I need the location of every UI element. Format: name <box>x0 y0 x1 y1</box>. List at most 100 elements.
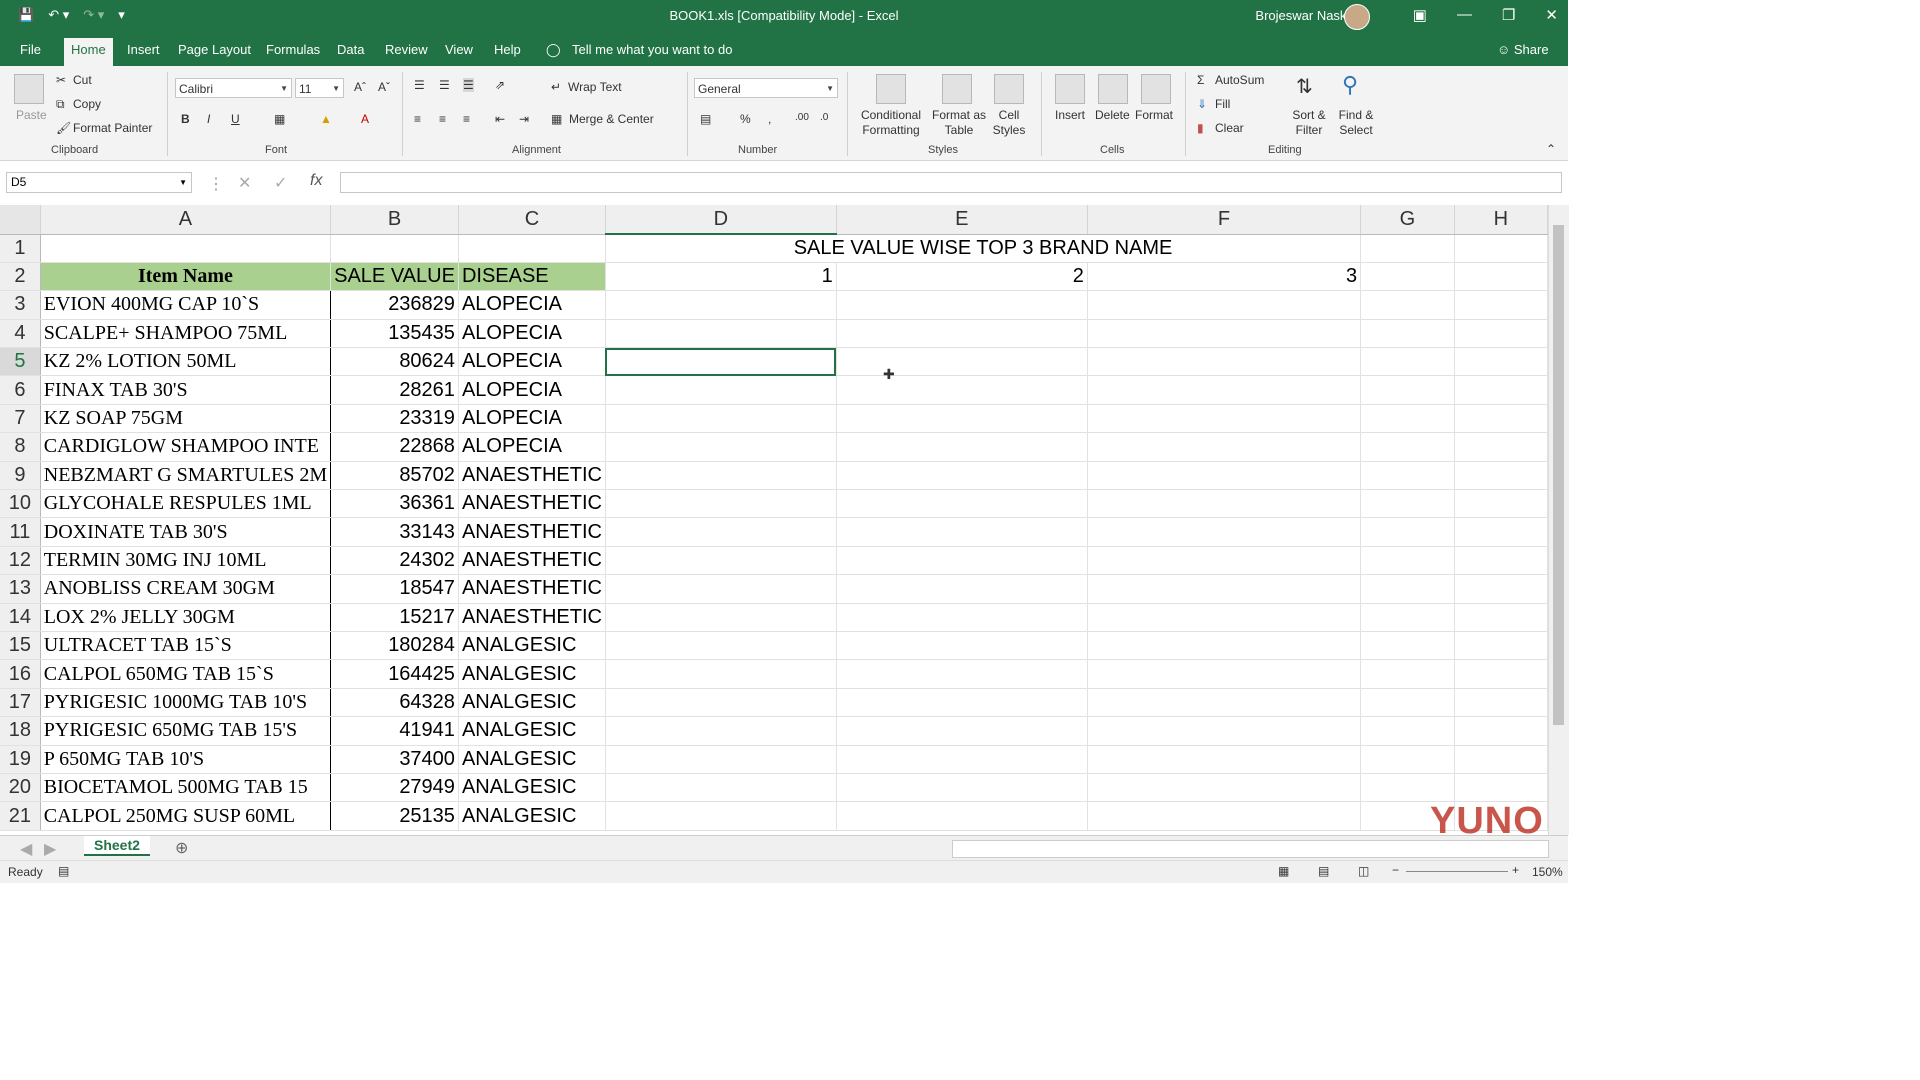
zoom-slider[interactable] <box>1406 871 1508 872</box>
cell[interactable] <box>1454 603 1548 632</box>
cell[interactable] <box>1087 546 1362 576</box>
disease-cell[interactable]: ALOPECIA <box>458 319 606 349</box>
cell[interactable] <box>836 603 1088 632</box>
ribbon-display-icon[interactable]: ▣ <box>1413 6 1427 24</box>
row-header[interactable]: 8 <box>0 432 41 462</box>
worksheet-grid[interactable]: A B C D E F G H 1 SALE VALUE WISE TOP 3 … <box>0 205 1548 835</box>
cell[interactable] <box>1454 461 1548 491</box>
bottom-align-icon[interactable]: ☰ <box>463 78 474 92</box>
format-cells-icon[interactable] <box>1141 74 1171 104</box>
sale-value-cell[interactable]: 18547 <box>330 574 459 604</box>
cell[interactable] <box>605 319 837 349</box>
next-sheet-icon[interactable]: ▶ <box>44 839 56 859</box>
row-header[interactable]: 5 <box>0 347 41 377</box>
cell[interactable] <box>605 801 837 831</box>
normal-view-icon[interactable]: ▦ <box>1278 864 1289 878</box>
cell[interactable] <box>605 461 837 491</box>
font-color-icon[interactable]: A <box>361 112 369 126</box>
item-name-cell[interactable]: EVION 400MG CAP 10`S <box>40 290 332 320</box>
cell[interactable] <box>1360 659 1455 689</box>
add-sheet-icon[interactable]: ⊕ <box>175 838 188 858</box>
row-header[interactable]: 15 <box>0 631 41 661</box>
column-header-d[interactable]: D <box>605 205 837 235</box>
item-name-cell[interactable]: TERMIN 30MG INJ 10ML <box>40 546 332 576</box>
cell[interactable] <box>1454 631 1548 661</box>
disease-cell[interactable]: ANALGESIC <box>458 631 606 661</box>
increase-font-icon[interactable]: Aˆ <box>354 80 366 94</box>
cell[interactable] <box>605 716 837 746</box>
select-all-corner[interactable] <box>0 205 41 235</box>
sale-value-cell[interactable]: 236829 <box>330 290 459 320</box>
cell[interactable] <box>1360 461 1455 491</box>
cell[interactable] <box>1360 745 1455 774</box>
disease-cell[interactable]: ALOPECIA <box>458 432 606 462</box>
cell[interactable] <box>1454 745 1548 774</box>
zoom-level[interactable]: 150% <box>1532 865 1563 879</box>
row-header[interactable]: 13 <box>0 574 41 604</box>
sale-value-cell[interactable]: 85702 <box>330 461 459 491</box>
cell[interactable] <box>1360 432 1455 462</box>
cell[interactable] <box>1454 290 1548 320</box>
cell[interactable] <box>605 631 837 661</box>
avatar[interactable] <box>1344 4 1370 30</box>
cell[interactable] <box>1087 745 1362 774</box>
item-name-cell[interactable]: CALPOL 650MG TAB 15`S <box>40 659 332 689</box>
share-button[interactable]: ☺ Share <box>1497 42 1549 57</box>
cell[interactable] <box>836 546 1088 576</box>
eraser-icon[interactable]: ▮ <box>1197 121 1204 135</box>
cell[interactable] <box>458 234 606 263</box>
collapse-ribbon-icon[interactable]: ⌃ <box>1546 142 1556 156</box>
cell[interactable] <box>1360 773 1455 803</box>
font-size-select[interactable]: 11 ▼ <box>295 78 344 98</box>
autosum-button[interactable]: AutoSum <box>1215 73 1264 87</box>
sheet-tab-sheet2[interactable]: Sheet2 <box>84 836 150 856</box>
row-header[interactable]: 18 <box>0 716 41 746</box>
cell[interactable] <box>1360 574 1455 604</box>
sale-value-cell[interactable]: 25135 <box>330 801 459 831</box>
wrap-text-button[interactable]: Wrap Text <box>568 80 622 94</box>
sort-filter-button[interactable]: Sort & Filter <box>1288 108 1330 138</box>
rank-1-cell[interactable]: 1 <box>604 261 837 292</box>
item-name-cell[interactable]: FINAX TAB 30'S <box>40 375 332 405</box>
item-name-cell[interactable]: LOX 2% JELLY 30GM <box>40 603 332 632</box>
cell[interactable] <box>1454 432 1548 462</box>
cell[interactable] <box>1360 290 1455 320</box>
cell[interactable] <box>1454 716 1548 746</box>
cell[interactable] <box>1360 404 1455 434</box>
minimize-icon[interactable]: — <box>1457 6 1472 24</box>
cell[interactable] <box>1360 234 1455 263</box>
insert-cells-button[interactable]: Insert <box>1055 108 1085 122</box>
cell[interactable] <box>1087 773 1362 803</box>
cell[interactable] <box>605 489 837 519</box>
cell[interactable] <box>836 319 1088 349</box>
row-header[interactable]: 12 <box>0 546 41 576</box>
user-name[interactable]: Brojeswar Naskar <box>1255 8 1358 23</box>
cell[interactable] <box>1087 631 1362 661</box>
cell[interactable] <box>1454 574 1548 604</box>
paste-button[interactable]: Paste <box>16 108 47 122</box>
disease-cell[interactable]: ANAESTHETIC <box>458 517 606 547</box>
cell[interactable] <box>836 801 1088 831</box>
copy-icon[interactable]: ⧉ <box>56 97 65 112</box>
cell[interactable] <box>836 347 1088 377</box>
disease-cell[interactable]: ANALGESIC <box>458 773 606 803</box>
zoom-out-icon[interactable]: − <box>1392 863 1399 877</box>
cell[interactable] <box>1360 631 1455 661</box>
cell[interactable] <box>1454 347 1548 377</box>
cell[interactable] <box>1087 461 1362 491</box>
cell[interactable] <box>1454 375 1548 405</box>
cell[interactable] <box>1087 347 1362 377</box>
tab-view[interactable]: View <box>445 42 473 57</box>
cell[interactable] <box>1360 489 1455 519</box>
cell[interactable] <box>1454 546 1548 576</box>
row-header[interactable]: 2 <box>0 262 41 292</box>
row-header[interactable]: 20 <box>0 773 41 803</box>
item-name-cell[interactable]: CALPOL 250MG SUSP 60ML <box>40 801 332 831</box>
tell-me-search[interactable]: Tell me what you want to do <box>572 42 732 57</box>
number-format-select[interactable]: General ▼ <box>694 78 838 98</box>
cell-styles-button[interactable]: Cell Styles <box>988 108 1030 138</box>
fill-color-icon[interactable]: ▲ <box>320 112 332 126</box>
autosum-icon[interactable]: Σ <box>1197 73 1204 87</box>
top-align-icon[interactable]: ☰ <box>414 78 425 92</box>
tab-home[interactable]: Home <box>64 38 113 66</box>
